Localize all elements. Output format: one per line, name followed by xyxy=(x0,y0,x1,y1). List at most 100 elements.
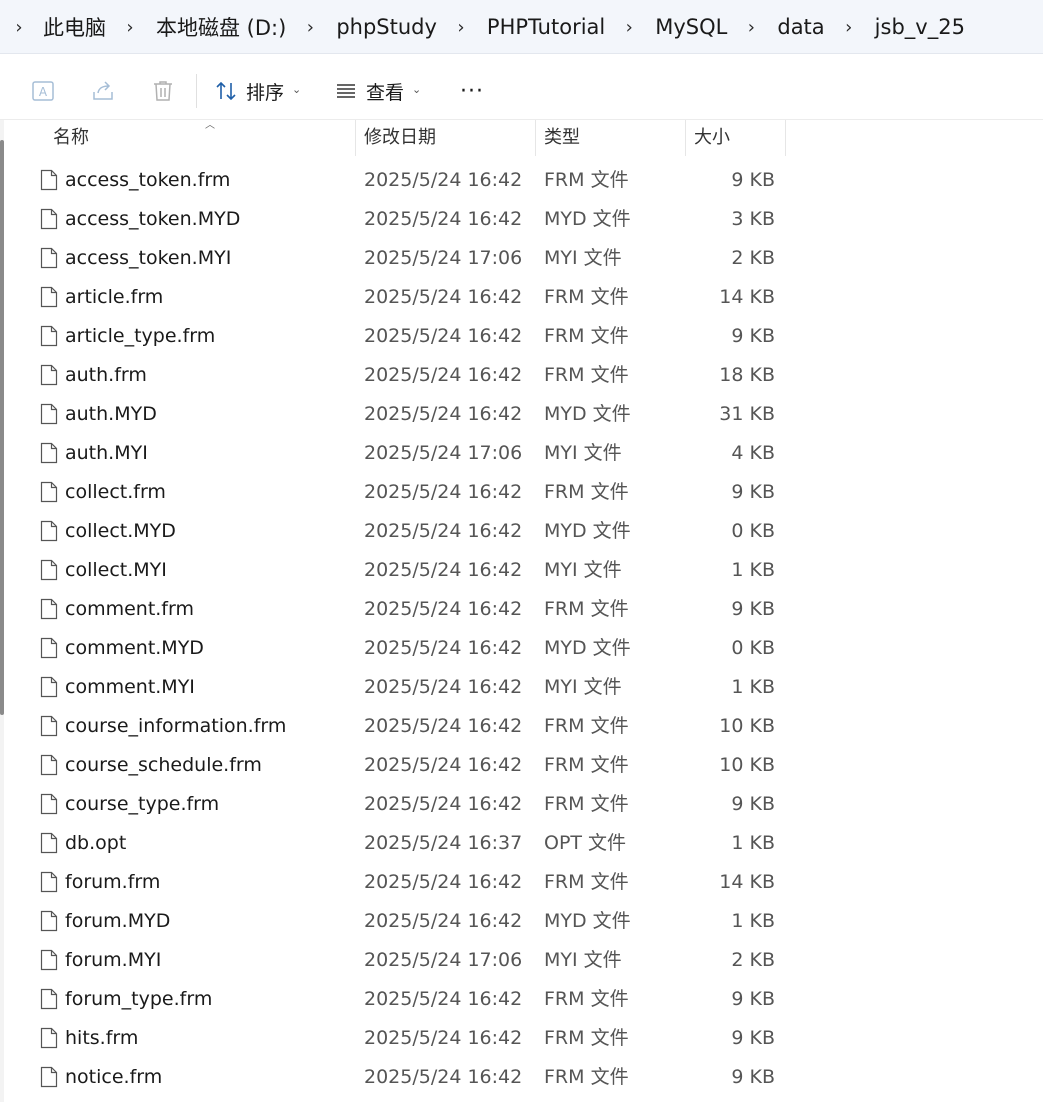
file-row[interactable]: access_token.MYD 2025/5/24 16:42 MYD 文件 3 K… xyxy=(0,200,1043,239)
file-type: MYD 文件 xyxy=(544,403,631,425)
file-row[interactable]: course_schedule.frm 2025/5/24 16:42 FRM 文件… xyxy=(0,746,1043,785)
file-size: 1 KB xyxy=(731,676,775,698)
breadcrumb-item-this-pc[interactable]: 此电脑 xyxy=(30,12,117,42)
breadcrumb-item-phptutorial[interactable]: PHPTutorial xyxy=(474,15,616,39)
file-type: MYI 文件 xyxy=(544,442,622,464)
column-header-size[interactable]: 大小 xyxy=(694,120,730,156)
file-row[interactable]: auth.MYI 2025/5/24 17:06 MYI 文件 4 KB xyxy=(0,434,1043,473)
file-modified-date: 2025/5/24 16:42 xyxy=(364,676,523,698)
file-row[interactable]: notice.frm 2025/5/24 16:42 FRM 文件 9 KB xyxy=(0,1058,1043,1097)
file-row[interactable]: forum_type.frm 2025/5/24 16:42 FRM 文件 9 KB xyxy=(0,980,1043,1019)
file-name: course_schedule.frm xyxy=(65,754,262,776)
file-name: collect.MYI xyxy=(65,559,167,581)
file-row[interactable]: access_token.MYI 2025/5/24 17:06 MYI 文件 2 K… xyxy=(0,239,1043,278)
file-row[interactable]: comment.frm 2025/5/24 16:42 FRM 文件 9 KB xyxy=(0,590,1043,629)
file-size: 31 KB xyxy=(719,403,775,425)
delete-icon[interactable] xyxy=(150,78,176,104)
file-row[interactable]: db.opt 2025/5/24 16:37 OPT 文件 1 KB xyxy=(0,824,1043,863)
chevron-right-icon[interactable]: › xyxy=(448,17,474,38)
file-name: comment.frm xyxy=(65,598,194,620)
file-name: course_information.frm xyxy=(65,715,287,737)
file-modified-date: 2025/5/24 16:42 xyxy=(364,910,523,932)
file-size: 4 KB xyxy=(731,442,775,464)
file-name: notice.frm xyxy=(65,1066,163,1088)
file-icon xyxy=(40,403,58,425)
view-label: 查看 xyxy=(366,81,405,104)
column-header-date[interactable]: 修改日期 xyxy=(364,120,436,156)
file-name: forum.frm xyxy=(65,871,161,893)
address-bar[interactable]: › 此电脑 › 本地磁盘 (D:) › phpStudy › PHPTutori… xyxy=(0,0,1043,54)
chevron-right-icon[interactable]: › xyxy=(738,17,764,38)
file-name: access_token.frm xyxy=(65,169,231,191)
file-modified-date: 2025/5/24 16:42 xyxy=(364,1066,523,1088)
file-type: FRM 文件 xyxy=(544,1027,629,1049)
chevron-right-icon[interactable]: › xyxy=(836,17,862,38)
file-name: forum.MYI xyxy=(65,949,162,971)
view-icon xyxy=(337,84,355,98)
chevron-right-icon[interactable]: › xyxy=(616,17,642,38)
column-header-type[interactable]: 类型 xyxy=(544,120,580,156)
file-name: access_token.MYI xyxy=(65,247,232,269)
breadcrumb-item-local-disk[interactable]: 本地磁盘 (D:) xyxy=(143,12,297,42)
file-modified-date: 2025/5/24 17:06 xyxy=(364,949,523,971)
sort-ascending-icon: ︿ xyxy=(205,120,215,131)
file-name: access_token.MYD xyxy=(65,208,241,230)
file-icon xyxy=(40,910,58,932)
file-row[interactable]: collect.MYI 2025/5/24 16:42 MYI 文件 1 KB xyxy=(0,551,1043,590)
file-name: auth.frm xyxy=(65,364,147,386)
file-size: 9 KB xyxy=(731,169,775,191)
svg-text:A: A xyxy=(39,85,48,99)
file-row[interactable]: forum.MYI 2025/5/24 17:06 MYI 文件 2 KB xyxy=(0,941,1043,980)
file-icon xyxy=(40,364,58,386)
file-modified-date: 2025/5/24 16:42 xyxy=(364,481,523,503)
file-size: 9 KB xyxy=(731,1066,775,1088)
more-options-button[interactable]: ··· xyxy=(458,74,486,108)
file-modified-date: 2025/5/24 16:42 xyxy=(364,1027,523,1049)
file-icon xyxy=(40,286,58,308)
file-type: OPT 文件 xyxy=(544,832,627,854)
file-type: FRM 文件 xyxy=(544,988,629,1010)
file-row[interactable]: auth.MYD 2025/5/24 16:42 MYD 文件 31 KB xyxy=(0,395,1043,434)
column-divider[interactable] xyxy=(685,120,686,156)
file-type: FRM 文件 xyxy=(544,598,629,620)
rename-icon[interactable]: A xyxy=(30,78,56,104)
file-row[interactable]: forum.MYD 2025/5/24 16:42 MYD 文件 1 KB xyxy=(0,902,1043,941)
file-row[interactable]: collect.frm 2025/5/24 16:42 FRM 文件 9 KB xyxy=(0,473,1043,512)
column-divider[interactable] xyxy=(535,120,536,156)
file-row[interactable]: course_type.frm 2025/5/24 16:42 FRM 文件 9 KB xyxy=(0,785,1043,824)
chevron-right-icon[interactable]: › xyxy=(8,17,30,38)
file-row[interactable]: comment.MYI 2025/5/24 16:42 MYI 文件 1 KB xyxy=(0,668,1043,707)
file-modified-date: 2025/5/24 16:42 xyxy=(364,559,523,581)
file-type: FRM 文件 xyxy=(544,286,629,308)
file-size: 9 KB xyxy=(731,598,775,620)
column-header-name[interactable]: 名称 xyxy=(53,120,89,156)
file-icon xyxy=(40,754,58,776)
command-bar: A 排序 ⌄ 查看 ⌄ ··· xyxy=(0,62,1043,120)
file-size: 9 KB xyxy=(731,325,775,347)
file-row[interactable]: forum.frm 2025/5/24 16:42 FRM 文件 14 KB xyxy=(0,863,1043,902)
file-row[interactable]: hits.frm 2025/5/24 16:42 FRM 文件 9 KB xyxy=(0,1019,1043,1058)
file-row[interactable]: auth.frm 2025/5/24 16:42 FRM 文件 18 KB xyxy=(0,356,1043,395)
breadcrumb-item-data[interactable]: data xyxy=(764,15,835,39)
breadcrumb-item-phpstudy[interactable]: phpStudy xyxy=(323,15,448,39)
breadcrumb-item-mysql[interactable]: MySQL xyxy=(642,15,738,39)
column-divider[interactable] xyxy=(785,120,786,156)
view-button[interactable]: 查看 ⌄ xyxy=(334,74,421,108)
file-type: FRM 文件 xyxy=(544,754,629,776)
file-row[interactable]: article_type.frm 2025/5/24 16:42 FRM 文件 9 K… xyxy=(0,317,1043,356)
file-row[interactable]: comment.MYD 2025/5/24 16:42 MYD 文件 0 KB xyxy=(0,629,1043,668)
column-divider[interactable] xyxy=(355,120,356,156)
sort-button[interactable]: 排序 ⌄ xyxy=(214,74,301,108)
file-icon xyxy=(40,637,58,659)
breadcrumb-item-jsb-v-25[interactable]: jsb_v_25 xyxy=(862,15,976,39)
chevron-right-icon[interactable]: › xyxy=(297,17,323,38)
file-row[interactable]: access_token.frm 2025/5/24 16:42 FRM 文件 9 K… xyxy=(0,161,1043,200)
file-row[interactable]: article.frm 2025/5/24 16:42 FRM 文件 14 KB xyxy=(0,278,1043,317)
file-icon xyxy=(40,793,58,815)
file-row[interactable]: course_information.frm 2025/5/24 16:42 FRM… xyxy=(0,707,1043,746)
file-row[interactable]: collect.MYD 2025/5/24 16:42 MYD 文件 0 KB xyxy=(0,512,1043,551)
share-icon[interactable] xyxy=(90,78,116,104)
file-size: 1 KB xyxy=(731,910,775,932)
chevron-right-icon[interactable]: › xyxy=(117,17,143,38)
chevron-down-icon: ⌄ xyxy=(412,82,422,96)
